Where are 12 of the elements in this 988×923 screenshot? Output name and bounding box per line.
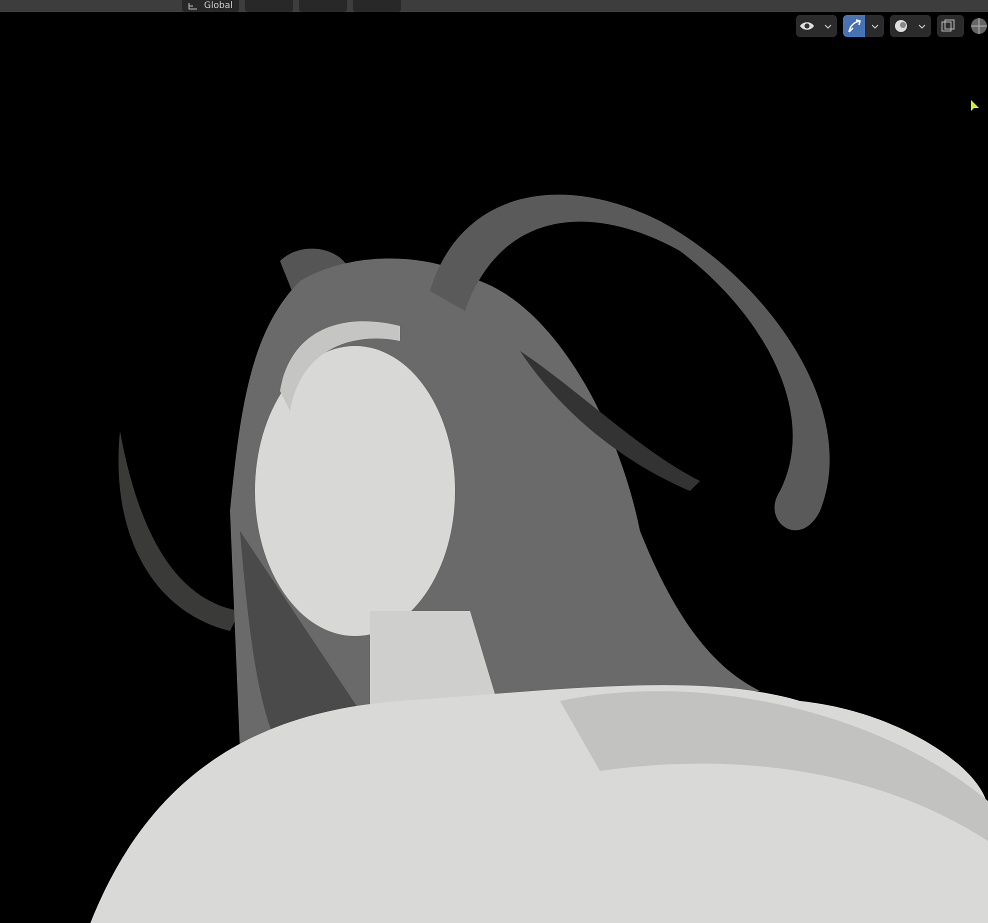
viewport-toggle-button[interactable] [937,15,964,37]
caret-icon [918,24,926,28]
globe-icon[interactable] [970,17,988,35]
cursor-icon [970,99,980,113]
dropdown-label: Global [204,0,233,12]
caret-icon [871,24,879,28]
viewport-toggle-button[interactable] [843,15,884,37]
caret-icon [824,24,832,28]
orientation-dropdown[interactable]: Global [182,0,239,12]
viewport-toggle-button[interactable] [890,15,931,37]
axes-icon [188,2,198,10]
viewport-toggle-button[interactable] [796,15,837,37]
